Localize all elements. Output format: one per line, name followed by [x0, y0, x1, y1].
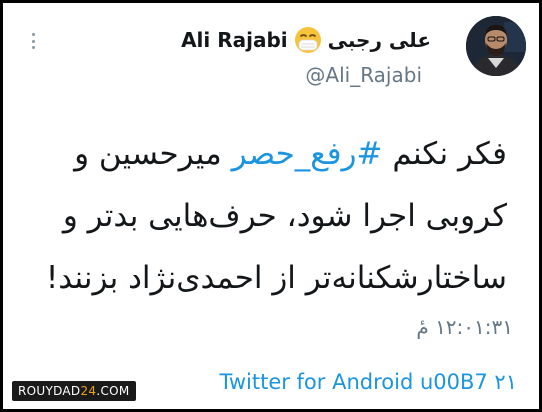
author-name[interactable]: علی رجبی	[328, 28, 431, 52]
face-with-medical-mask-icon	[294, 26, 322, 54]
tweet-source-link[interactable]: Twitter for Android u00B7 ۲۱	[219, 370, 517, 394]
avatar-image	[466, 16, 526, 76]
hashtag-link[interactable]: #رفع_حصر	[232, 136, 383, 172]
more-options-icon[interactable]	[25, 33, 41, 49]
tweet-line-1-end: میرحسین و	[74, 136, 232, 172]
author-avatar[interactable]	[466, 16, 526, 76]
tweet-line-1-start: فکر نکنم	[382, 136, 507, 172]
watermark-main: ROUYDAD	[18, 384, 81, 398]
watermark-tail: .COM	[96, 384, 130, 398]
watermark-accent: 24	[80, 384, 97, 398]
screenshot-frame: علی رجبی Ali Rajabi @Ali_Rajabi فکر نکنم…	[0, 0, 542, 412]
author-name-latin[interactable]: Ali Rajabi	[181, 28, 288, 52]
author-handle[interactable]: @Ali_Rajabi	[305, 63, 422, 87]
tweet-card: علی رجبی Ali Rajabi @Ali_Rajabi فکر نکنم…	[3, 3, 539, 409]
tweet-line-1: فکر نکنم #رفع_حصر میرحسین و	[17, 123, 507, 185]
tweet-timestamp[interactable]: ۱۲:۰۱:۳۱ مٔ	[416, 315, 513, 339]
author-name-row[interactable]: علی رجبی Ali Rajabi	[181, 23, 431, 57]
site-watermark: ROUYDAD24.COM	[12, 381, 136, 401]
tweet-line-2: کروبی اجرا شود، حرف‌هایی بدتر و	[62, 198, 507, 234]
tweet-line-3: ساختارشکنانه‌تر از احمدی‌نژاد بزنند!	[45, 260, 507, 296]
tweet-text: فکر نکنم #رفع_حصر میرحسین و کروبی اجرا ش…	[17, 123, 507, 309]
